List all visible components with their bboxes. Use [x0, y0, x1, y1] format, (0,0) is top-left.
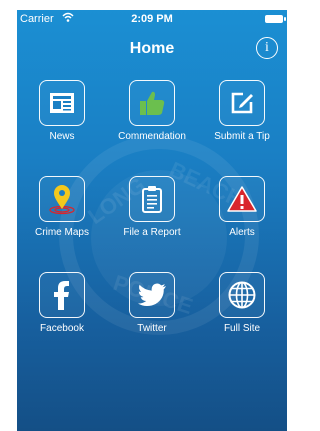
warning-icon [227, 186, 257, 212]
crime-maps-button[interactable] [39, 176, 85, 222]
thumbs-up-icon [140, 91, 165, 115]
submit-tip-button[interactable] [219, 80, 265, 126]
app-screen: Carrier 2:09 PM Home i LONG BEACH POLICE [17, 10, 287, 431]
tile-alerts[interactable]: Alerts [197, 176, 287, 238]
commendation-button[interactable] [129, 80, 175, 126]
tile-facebook[interactable]: Facebook [17, 272, 107, 334]
tile-label-facebook: Facebook [40, 323, 84, 334]
tile-label-full-site: Full Site [223, 323, 261, 334]
tile-label-file-report: File a Report [123, 227, 181, 238]
battery-icon [265, 15, 286, 23]
navigation-bar: Home i [17, 28, 287, 72]
info-button[interactable]: i [256, 37, 278, 59]
tile-crime-maps[interactable]: Crime Maps [17, 176, 107, 238]
tile-file-report[interactable]: File a Report [107, 176, 197, 238]
tile-news[interactable]: News [17, 80, 107, 142]
globe-icon [228, 281, 256, 309]
facebook-icon [54, 281, 69, 310]
news-button[interactable] [39, 80, 85, 126]
twitter-icon [138, 283, 166, 306]
map-pin-icon [49, 185, 75, 215]
file-report-button[interactable] [129, 176, 175, 222]
page-title: Home [129, 40, 175, 57]
clipboard-icon [142, 186, 162, 213]
tile-label-twitter: Twitter [137, 323, 167, 334]
home-grid: News Commendation Submit a Tip Crime Map… [17, 80, 287, 370]
edit-note-icon [231, 92, 253, 114]
tile-label-news: News [49, 131, 75, 142]
tile-commendation[interactable]: Commendation [107, 80, 197, 142]
status-time: 2:09 PM [131, 13, 173, 25]
tile-submit-tip[interactable]: Submit a Tip [197, 80, 287, 142]
tile-label-commendation: Commendation [118, 131, 186, 142]
tile-twitter[interactable]: Twitter [107, 272, 197, 334]
facebook-button[interactable] [39, 272, 85, 318]
tile-label-submit-tip: Submit a Tip [214, 131, 270, 142]
tile-label-crime-maps: Crime Maps [35, 227, 89, 238]
full-site-button[interactable] [219, 272, 265, 318]
newspaper-icon [50, 93, 74, 113]
info-icon: i [265, 40, 269, 55]
tile-full-site[interactable]: Full Site [197, 272, 287, 334]
alerts-button[interactable] [219, 176, 265, 222]
status-bar: Carrier 2:09 PM [17, 10, 287, 28]
tile-label-alerts: Alerts [229, 227, 255, 238]
twitter-button[interactable] [129, 272, 175, 318]
